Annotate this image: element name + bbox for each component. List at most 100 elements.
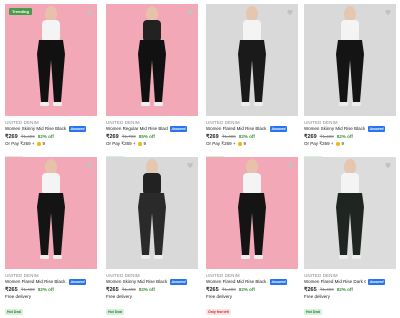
product-image[interactable] [106,157,198,269]
assured-badge: Assured [270,279,288,285]
model-figure [238,6,266,106]
heart-icon[interactable] [384,161,392,169]
model-figure [336,6,364,106]
payment-option: Free delivery [5,294,97,300]
product-image[interactable] [206,4,298,116]
payment-text: Free delivery [206,294,233,299]
product-price: ₹265 [5,287,18,293]
product-title[interactable]: Women Flared Mid Rise Dark Gree... [304,279,366,285]
product-mrp: ₹1,799 [121,134,136,139]
model-figure [336,159,364,259]
product-card[interactable]: UNITED DENIMWomen Regular Mid Rise Black… [106,4,198,162]
assured-badge: Assured [368,279,386,285]
product-card[interactable]: Trending UNITED DENIM Women Skinny Mid Ris… [5,4,97,162]
assured-badge: Assured [270,126,288,132]
product-mrp: ₹1,499 [319,287,334,292]
coin-value: 9 [143,141,147,146]
product-price: ₹269 [206,134,219,140]
supercoin-icon [36,142,41,146]
payment-option: Free delivery [206,294,298,300]
product-info: UNITED DENIM Women Flared Mid Rise Black … [206,273,298,318]
heart-icon[interactable] [85,161,93,169]
model-figure [138,6,166,106]
deal-tag: Hot Deal [5,309,24,315]
payment-text: Free delivery [304,294,331,299]
model-figure [138,159,166,259]
product-price: ₹269 [106,134,119,140]
product-title[interactable]: Women Flared Mid Rise Black Jea... [206,126,268,132]
product-title[interactable]: Women Skinny Mid Rise Black Jea... [304,126,366,132]
payment-text: Or Pay ₹269 + [206,141,236,146]
heart-icon[interactable] [286,8,294,16]
product-card[interactable]: UNITED DENIM Women Flared Mid Rise Black … [206,4,298,162]
payment-option: Or Pay ₹269 + 9 [5,141,97,147]
discount-text: 82% off [37,287,54,292]
payment-option: Free delivery [304,294,396,300]
product-info: UNITED DENIM Women Skinny Mid Rise Black … [106,273,198,318]
payment-option: Or Pay ₹269 + 9 [106,141,198,147]
product-price: ₹265 [106,287,119,293]
product-card[interactable]: UNITED DENIM Women Flared Mid Rise Black … [206,157,298,315]
product-image[interactable] [206,157,298,269]
product-image[interactable] [5,157,97,269]
product-image[interactable] [106,4,198,116]
model-figure [238,159,266,259]
trending-badge: Trending [9,8,32,15]
payment-option: Or Pay ₹269 + 9 [304,141,396,147]
heart-icon[interactable] [186,161,194,169]
product-card[interactable]: UNITED DENIMWomen Flared Mid Rise Dark G… [304,157,396,315]
product-image[interactable] [304,157,396,269]
product-mrp: ₹1,499 [20,287,35,292]
assured-badge: Assured [170,126,188,132]
product-image[interactable]: Trending [5,4,97,116]
product-price: ₹265 [304,287,317,293]
product-mrp: ₹1,499 [121,287,136,292]
payment-text: Free delivery [106,294,133,299]
discount-text: 82% off [138,287,155,292]
product-title[interactable]: Women Flared Mid Rise Black Jea... [206,279,268,285]
product-info: UNITED DENIMWomen Flared Mid Rise Dark G… [304,273,396,318]
discount-text: 82% off [336,287,353,292]
product-mrp: ₹1,499 [20,134,35,139]
product-title[interactable]: Women Flared Mid Rise Black Jea... [5,279,67,285]
payment-text: Or Pay ₹269 + [106,141,136,146]
discount-text: 82% off [336,134,353,139]
payment-text: Or Pay ₹269 + [304,141,334,146]
product-card[interactable]: UNITED DENIM Women Skinny Mid Rise Black … [304,4,396,162]
discount-text: 82% off [37,134,54,139]
assured-badge: Assured [170,279,188,285]
payment-text: Free delivery [5,294,32,299]
heart-icon[interactable] [384,8,392,16]
product-info: UNITED DENIM Women Flared Mid Rise Black … [5,273,97,318]
product-title[interactable]: Women Skinny Mid Rise Black Jea... [106,279,168,285]
product-card[interactable]: UNITED DENIM Women Flared Mid Rise Black … [5,157,97,315]
heart-icon[interactable] [85,8,93,16]
deal-tag: Only few left [206,309,231,315]
payment-text: Or Pay ₹269 + [5,141,35,146]
product-price: ₹269 [304,134,317,140]
deal-tag: Hot Deal [304,309,323,315]
product-price: ₹265 [206,287,219,293]
discount-text: 82% off [238,134,255,139]
heart-icon[interactable] [186,8,194,16]
supercoin-icon [237,142,242,146]
product-card[interactable]: UNITED DENIM Women Skinny Mid Rise Black … [106,157,198,315]
model-figure [37,159,65,259]
product-price: ₹269 [5,134,18,140]
coin-value: 9 [341,141,345,146]
product-mrp: ₹1,499 [221,287,236,292]
coin-value: 9 [42,141,46,146]
assured-badge: Assured [69,279,87,285]
product-title[interactable]: Women Skinny Mid Rise Black Jea... [5,126,67,132]
payment-option: Or Pay ₹269 + 9 [206,141,298,147]
product-grid: Trending UNITED DENIM Women Skinny Mid Ris… [0,0,400,315]
assured-badge: Assured [69,126,87,132]
product-mrp: ₹1,499 [319,134,334,139]
discount-text: 85% off [138,134,155,139]
deal-tag: Hot Deal [106,309,125,315]
product-image[interactable] [304,4,396,116]
product-title[interactable]: Women Regular Mid Rise Black Gri... [106,126,168,132]
supercoin-icon [137,142,142,146]
payment-option: Free delivery [106,294,198,300]
heart-icon[interactable] [286,161,294,169]
